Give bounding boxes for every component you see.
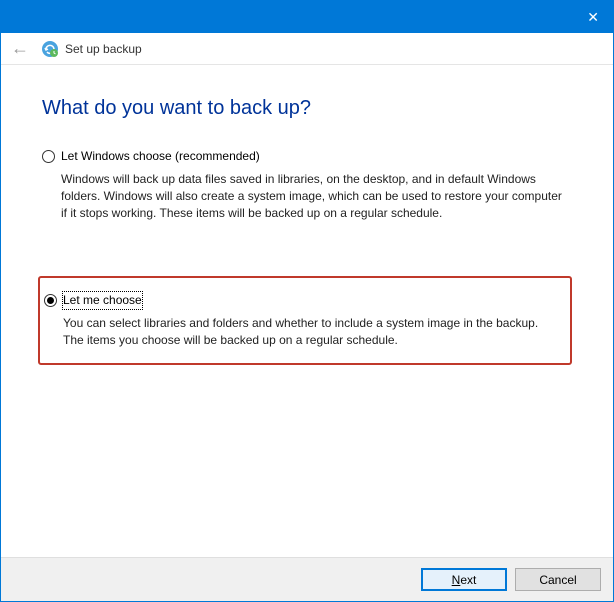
option-description: You can select libraries and folders and…: [63, 315, 552, 349]
content-area: What do you want to back up? Let Windows…: [1, 65, 613, 557]
backup-wizard-icon: [41, 40, 59, 58]
close-icon[interactable]: ✕: [587, 9, 599, 26]
wizard-title: Set up backup: [65, 42, 142, 56]
option-let-windows-choose[interactable]: Let Windows choose (recommended): [42, 148, 572, 165]
footer: Next Cancel: [1, 557, 613, 601]
page-heading: What do you want to back up?: [42, 97, 572, 120]
wizard-header: ← Set up backup: [1, 33, 613, 65]
option-label[interactable]: Let Windows choose (recommended): [61, 148, 260, 165]
option-label[interactable]: Let me choose: [63, 292, 142, 309]
cancel-button[interactable]: Cancel: [515, 568, 601, 591]
back-arrow-icon[interactable]: ←: [11, 38, 29, 59]
titlebar: ✕: [1, 1, 613, 33]
radio-let-me-choose[interactable]: [44, 294, 57, 307]
next-button[interactable]: Next: [421, 568, 507, 591]
option-description: Windows will back up data files saved in…: [61, 171, 566, 222]
highlight-annotation: Let me choose You can select libraries a…: [38, 276, 572, 365]
option-let-me-choose[interactable]: Let me choose: [44, 292, 558, 309]
radio-let-windows-choose[interactable]: [42, 150, 55, 163]
